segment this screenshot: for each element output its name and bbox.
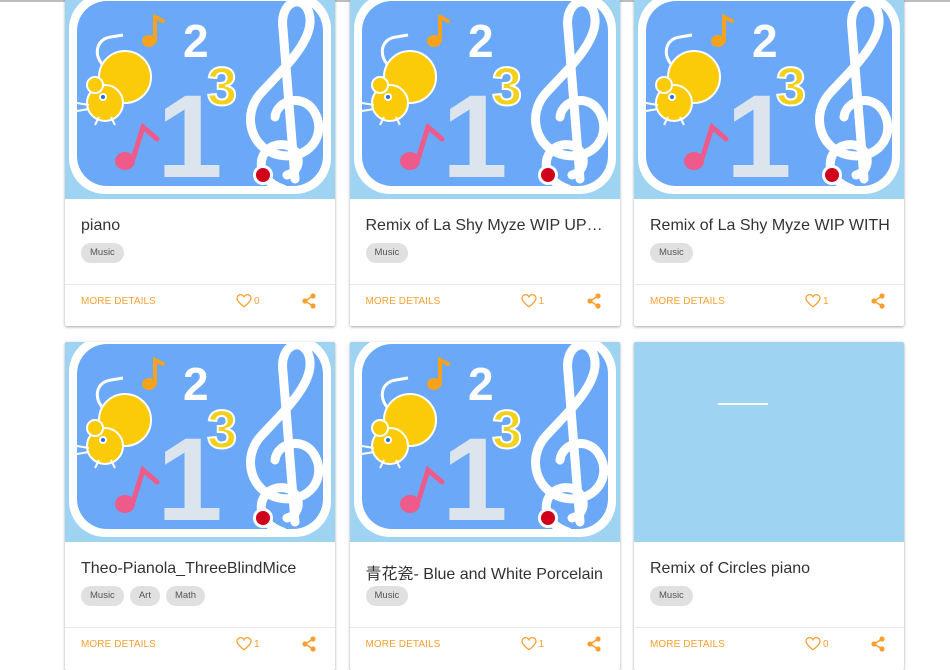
project-card: 2 1 3 Remix of La Shy Myze WIP WITH Music…	[634, 0, 904, 326]
project-thumbnail[interactable]	[634, 342, 904, 542]
share-icon[interactable]	[586, 636, 601, 652]
tag-chip[interactable]: Music	[365, 586, 409, 606]
more-details-button[interactable]: MORE DETAILS	[366, 296, 441, 307]
heart-icon	[236, 637, 252, 651]
project-title[interactable]: piano	[81, 217, 321, 235]
music-app-icon: 2 1 3	[349, 0, 620, 199]
tag-chip[interactable]: Music	[81, 586, 124, 606]
project-thumbnail[interactable]: 2 1 3	[65, 0, 335, 199]
project-card: 2 1 3 Remix of La Shy Myze WIP UPDATE Mus…	[349, 0, 620, 326]
project-title[interactable]: Remix of La Shy Myze WIP WITH	[650, 217, 890, 235]
card-divider	[65, 627, 335, 628]
loading-indicator	[718, 403, 768, 405]
heart-icon	[805, 294, 821, 308]
card-divider	[65, 284, 335, 285]
like-count: 0	[823, 638, 829, 650]
card-divider	[349, 627, 620, 628]
like-count: 0	[254, 295, 260, 307]
share-button[interactable]	[871, 293, 885, 314]
like-button[interactable]: 1	[236, 637, 260, 651]
share-button[interactable]	[871, 636, 885, 657]
tag-list: Music	[650, 586, 693, 606]
share-icon[interactable]	[871, 636, 885, 652]
tag-chip[interactable]: Math	[165, 586, 206, 606]
card-divider	[634, 627, 904, 628]
like-count: 1	[538, 295, 545, 307]
share-icon[interactable]	[302, 636, 316, 652]
share-icon[interactable]	[871, 293, 885, 309]
tag-chip[interactable]: Music	[81, 243, 124, 263]
heart-icon	[805, 637, 821, 651]
project-title[interactable]: 青花瓷- Blue and White Porcelain	[366, 560, 606, 584]
share-button[interactable]	[586, 636, 601, 657]
tag-chip[interactable]: Art	[129, 586, 160, 606]
tag-list: Music Art Math	[81, 586, 206, 606]
like-count: 1	[538, 638, 545, 650]
like-button[interactable]: 1	[520, 637, 545, 651]
more-details-button[interactable]: MORE DETAILS	[366, 639, 441, 650]
music-app-icon: 2 1 3	[65, 0, 335, 199]
share-button[interactable]	[586, 293, 601, 314]
more-details-button[interactable]: MORE DETAILS	[650, 639, 725, 650]
svg-text:2: 2	[752, 15, 778, 67]
like-button[interactable]: 0	[805, 637, 829, 651]
project-thumbnail[interactable]: 2 1 3	[349, 0, 620, 199]
share-button[interactable]	[302, 293, 316, 314]
project-thumbnail[interactable]: 2 1 3	[634, 0, 904, 199]
music-app-icon: 2 1 3	[65, 342, 335, 542]
svg-text:3: 3	[207, 400, 237, 460]
heart-icon	[520, 294, 537, 308]
heart-icon	[520, 637, 537, 651]
svg-text:2: 2	[183, 358, 209, 410]
project-title[interactable]: Remix of La Shy Myze WIP UPDATE	[366, 217, 606, 235]
tag-list: Music	[81, 243, 124, 263]
heart-icon	[236, 294, 252, 308]
tag-chip[interactable]: Music	[650, 243, 693, 263]
like-count: 1	[823, 295, 829, 307]
like-button[interactable]: 1	[520, 294, 545, 308]
card-divider	[634, 284, 904, 285]
project-thumbnail[interactable]: 2 1 3	[349, 342, 620, 542]
project-title[interactable]: Theo-Pianola_ThreeBlindMice	[81, 560, 321, 578]
svg-text:2: 2	[468, 358, 494, 410]
like-count: 1	[254, 638, 260, 650]
share-icon[interactable]	[586, 293, 601, 309]
card-divider	[349, 284, 620, 285]
project-card: Remix of Circles piano Music MORE DETAILS …	[634, 342, 904, 670]
svg-text:2: 2	[468, 15, 494, 67]
svg-text:3: 3	[492, 400, 522, 460]
svg-text:2: 2	[183, 15, 209, 67]
project-title[interactable]: Remix of Circles piano	[650, 560, 890, 578]
tag-list: Music	[365, 243, 409, 263]
project-card: 2 1 3 青花瓷- Blue and White Porcelain Music…	[349, 342, 620, 670]
project-card: 2 1 3 piano Music MORE DETAILS 0	[65, 0, 335, 326]
like-button[interactable]: 1	[805, 294, 829, 308]
tag-chip[interactable]: Music	[650, 586, 693, 606]
svg-text:3: 3	[207, 57, 237, 117]
tag-list: Music	[650, 243, 693, 263]
share-icon[interactable]	[302, 293, 316, 309]
svg-text:3: 3	[776, 57, 806, 117]
music-app-icon: 2 1 3	[349, 342, 620, 542]
tag-chip[interactable]: Music	[365, 243, 409, 263]
svg-text:3: 3	[492, 57, 522, 117]
project-card: 2 1 3 Theo-Pianola_ThreeBlindMice Music Ar…	[65, 342, 335, 670]
project-thumbnail[interactable]: 2 1 3	[65, 342, 335, 542]
more-details-button[interactable]: MORE DETAILS	[81, 296, 156, 307]
tag-list: Music	[365, 586, 409, 606]
more-details-button[interactable]: MORE DETAILS	[81, 639, 156, 650]
share-button[interactable]	[302, 636, 316, 657]
more-details-button[interactable]: MORE DETAILS	[650, 296, 725, 307]
music-app-icon: 2 1 3	[634, 0, 904, 199]
like-button[interactable]: 0	[236, 294, 260, 308]
